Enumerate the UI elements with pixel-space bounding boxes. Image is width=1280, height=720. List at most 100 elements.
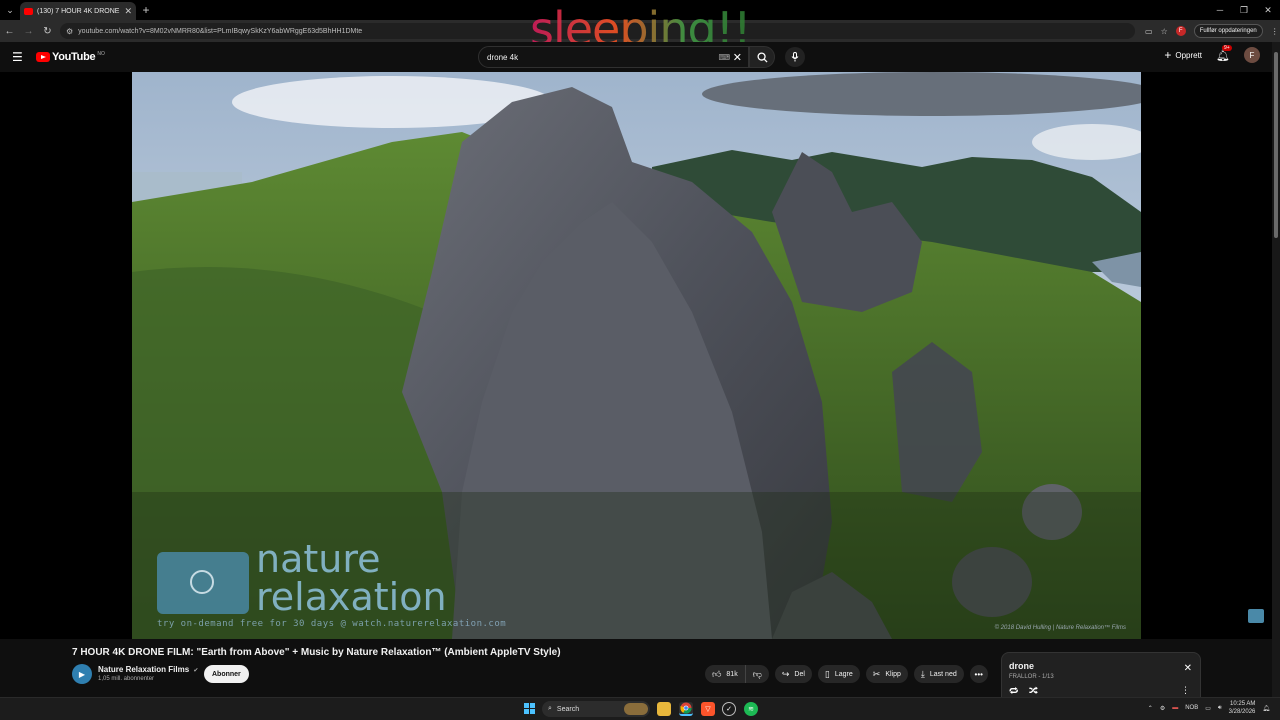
cast-icon[interactable]: ▭ [1145,27,1153,36]
like-dislike-group: 👍︎ 81k 👎︎ [705,665,769,683]
watermark-tagline: try on-demand free for 30 days @ watch.n… [157,619,507,629]
youtube-logo[interactable]: YouTube NO [36,51,105,63]
youtube-favicon-icon [24,7,33,15]
like-button[interactable]: 👍︎ 81k [705,665,746,683]
tray-app-icon[interactable]: ⚙ [1160,705,1165,712]
search-icon [756,51,768,63]
save-label: Lagre [834,670,853,678]
clock-date: 3/28/2026 [1228,709,1256,715]
windows-start-icon[interactable] [524,703,535,714]
video-player[interactable]: nature relaxation try on-demand free for… [132,72,1141,639]
hamburger-menu-icon[interactable]: ☰ [12,50,24,64]
clip-label: Klipp [885,670,901,678]
spotify-icon[interactable]: ≋ [744,702,758,716]
browser-menu-icon[interactable]: ⋮ [1271,27,1279,36]
account-avatar[interactable]: F [1244,47,1260,63]
clock-app-icon[interactable]: ✓ [722,702,736,716]
channel-name[interactable]: Nature Relaxation Films ✔ [98,665,198,674]
tray-flag-icon[interactable]: ▬ [1172,705,1178,711]
scrollbar-thumb[interactable] [1274,52,1278,238]
watermark-line2: relaxation [256,575,447,619]
video-copyright: © 2018 David Hulling | Nature Relaxation… [994,625,1126,631]
plus-icon: + [1164,48,1172,62]
window-controls: ─ ❐ ✕ [1208,0,1280,20]
playlist-title[interactable]: drone [1009,661,1034,671]
channel-avatar[interactable]: ▶ [72,664,92,684]
taskbar-search[interactable]: ⌕ Search [542,701,650,717]
share-button[interactable]: ↪ Del [774,665,812,683]
notifications-button[interactable]: 🔔︎ 9+ [1216,44,1232,62]
create-button[interactable]: + Opprett [1164,48,1202,62]
video-title: 7 HOUR 4K DRONE FILM: "Earth from Above"… [72,647,561,658]
update-browser-button[interactable]: Fullfør oppdateringen [1193,24,1263,38]
taskbar-search-label: Search [556,705,580,713]
search-button[interactable] [749,46,775,68]
tray-overflow-icon[interactable]: ⌃ [1148,705,1153,712]
extension-icon[interactable]: F [1175,26,1186,36]
notification-badge: 9+ [1222,44,1232,51]
bookmark-icon: ▯ [824,668,830,679]
taskbar: ⌕ Search ▽ ✓ ≋ ⌃ ⚙ ▬ NOB ▭ 🔊︎ 10:25 AM 3… [0,697,1280,720]
page-scrollbar[interactable] [1272,42,1280,697]
playlist-panel: drone FRALLOR - 1/13 ✕ 🔁︎ 🔀︎ ⋮ [1001,652,1201,698]
bookmark-star-icon[interactable]: ☆ [1161,27,1168,36]
download-icon: ⤓ [920,668,925,679]
back-arrow-icon[interactable]: ← [0,26,19,37]
browser-tab-active[interactable]: (130) 7 HOUR 4K DRONE FILM: "Earth from … [20,2,136,20]
reload-icon[interactable]: ↻ [38,26,57,37]
miniplayer-icon[interactable] [1248,609,1264,623]
forward-arrow-icon[interactable]: → [19,26,38,37]
close-tab-icon[interactable]: ✕ [124,6,132,17]
search-input[interactable]: drone 4k ⌨ ✕ [478,46,749,68]
download-button[interactable]: ⤓ Last ned [913,665,964,683]
video-actions: 👍︎ 81k 👎︎ ↪ Del ▯ Lagre ✂ Klipp ⤓ Last n… [705,665,988,683]
close-window-icon[interactable]: ✕ [1256,0,1280,20]
site-info-icon[interactable]: ⚙ [66,27,73,36]
voice-search-button[interactable] [785,47,805,67]
restore-icon[interactable]: ❐ [1232,0,1256,20]
minimize-icon[interactable]: ─ [1208,0,1232,20]
close-playlist-icon[interactable]: ✕ [1184,663,1192,674]
more-actions-button[interactable]: ••• [969,665,988,683]
microphone-icon [791,52,799,62]
clock-time: 10:25 AM [1230,701,1256,707]
youtube-header: ☰ YouTube NO drone 4k ⌨ ✕ + Opprett 🔔︎ 9… [0,42,1280,72]
scissors-icon: ✂ [872,668,881,679]
brave-icon[interactable]: ▽ [701,702,715,716]
dislike-button[interactable]: 👎︎ [745,665,769,683]
keyboard-icon[interactable]: ⌨ [718,53,730,62]
chrome-icon[interactable] [679,702,693,716]
more-horizontal-icon: ••• [974,669,983,679]
save-button[interactable]: ▯ Lagre [817,665,860,683]
clear-search-icon[interactable]: ✕ [733,51,742,64]
chrome-logo-icon [680,702,692,714]
search-input-value: drone 4k [487,52,519,62]
thumbs-up-icon: 👍︎ [712,668,722,679]
playlist-menu-icon[interactable]: ⋮ [1181,685,1190,696]
notification-center-icon[interactable]: 🔔︎ [1262,705,1270,712]
tab-search-button[interactable]: ⌄ [0,0,20,20]
playlist-subtitle: FRALLOR - 1/13 [1009,674,1054,680]
address-bar-url: youtube.com/watch?v=8M02vNMRR80&list=PLm… [78,27,363,35]
search-highlight-image [624,703,648,715]
browser-tab-title: (130) 7 HOUR 4K DRONE FILM: "Earth from … [37,7,121,15]
like-count: 81k [726,670,738,678]
subscribe-button[interactable]: Abonner [204,665,249,683]
subscriber-count: 1,05 mill. abonnenter [98,676,155,682]
language-indicator[interactable]: NOB [1185,705,1198,711]
bell-icon: 🔔︎ [1216,49,1230,62]
network-icon[interactable]: ▭ [1205,705,1211,712]
file-explorer-icon[interactable] [657,702,671,716]
thumbs-down-icon: 👎︎ [752,668,762,679]
channel-name-text: Nature Relaxation Films [98,665,190,674]
share-arrow-icon: ↪ [781,668,790,679]
region-code: NO [97,50,105,57]
share-label: Del [794,670,805,678]
taskbar-clock[interactable]: 10:25 AM 3/28/2026 [1229,700,1256,716]
clip-button[interactable]: ✂ Klipp [865,665,908,683]
download-label: Last ned [929,670,957,678]
volume-icon[interactable]: 🔊︎ [1218,705,1222,712]
youtube-logo-text: YouTube [52,51,96,63]
verified-check-icon: ✔ [193,668,199,674]
new-tab-button[interactable]: + [136,3,156,17]
